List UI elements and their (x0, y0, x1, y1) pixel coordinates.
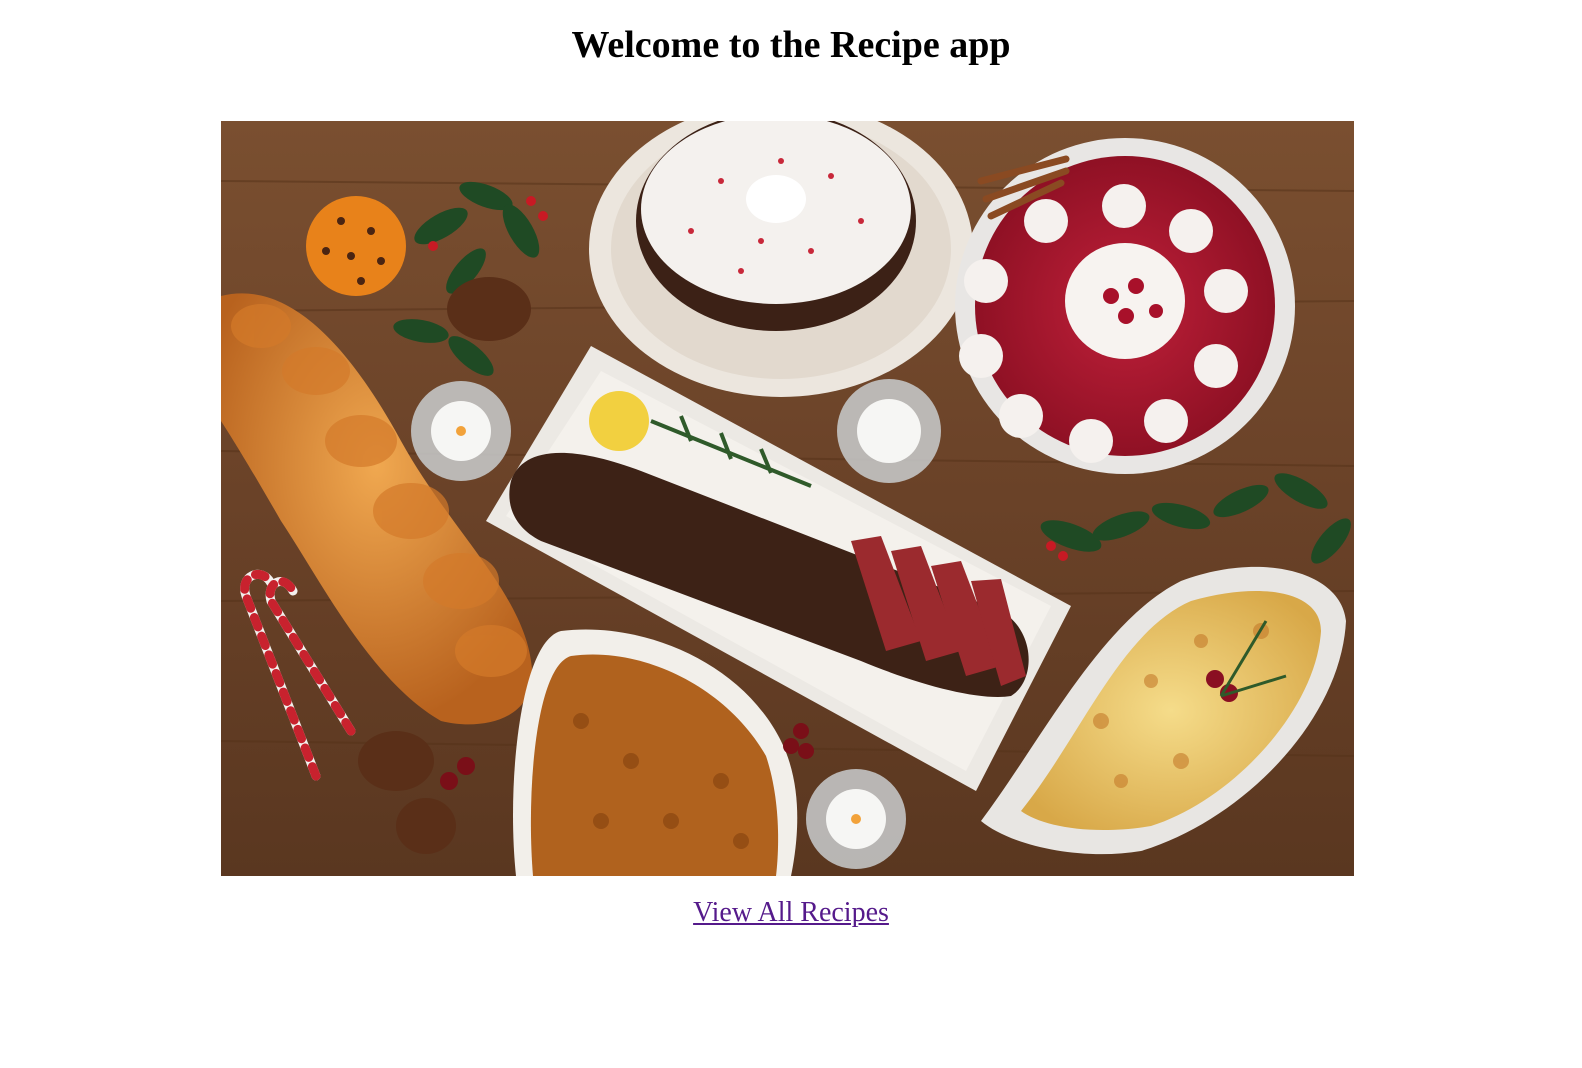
orange-pomander (306, 196, 406, 296)
view-all-recipes-container: View All Recipes (0, 897, 1582, 929)
holiday-feast-illustration (221, 121, 1354, 876)
recipe-home-page: Welcome to the Recipe app View All Recip… (0, 0, 1582, 1068)
view-all-recipes-link[interactable]: View All Recipes (693, 897, 889, 928)
page-title: Welcome to the Recipe app (571, 24, 1011, 66)
pinecone (447, 277, 531, 341)
hero-image (221, 121, 1354, 876)
